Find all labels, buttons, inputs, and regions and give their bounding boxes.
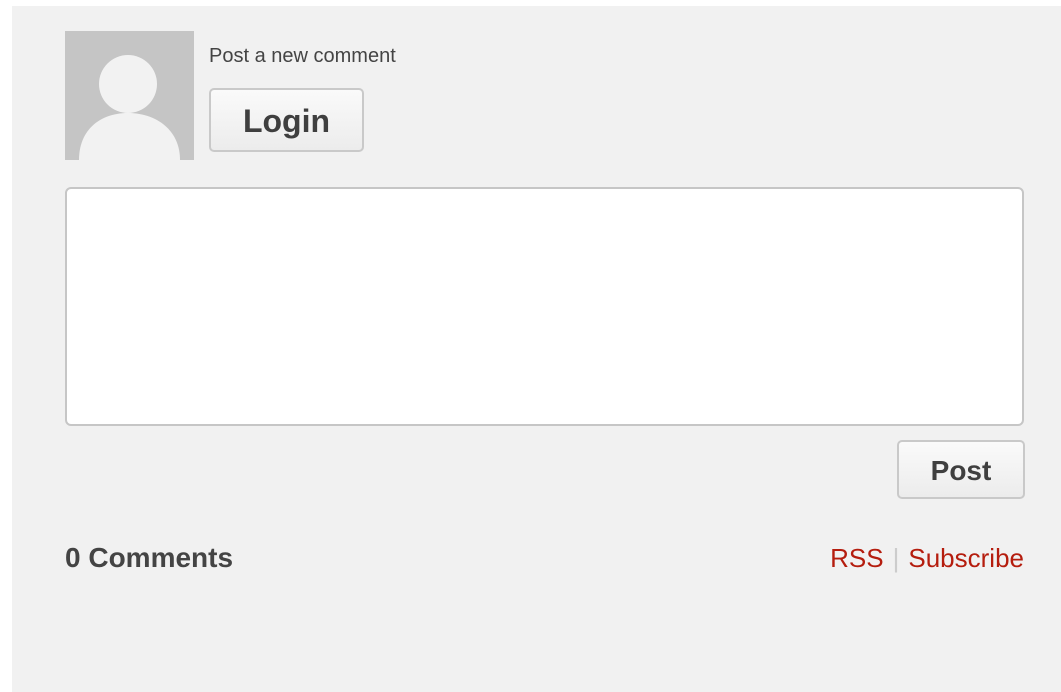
- post-comment-heading: Post a new comment: [209, 45, 396, 67]
- comment-input[interactable]: [65, 187, 1024, 426]
- post-button[interactable]: Post: [897, 440, 1025, 499]
- feed-links: RSS | Subscribe: [830, 542, 1024, 574]
- default-user-silhouette-icon: [65, 31, 194, 160]
- user-avatar-icon: [65, 31, 194, 160]
- login-button[interactable]: Login: [209, 88, 364, 152]
- comments-panel: Post a new comment Login Post 0 Comments…: [12, 6, 1061, 692]
- comments-count: 0 Comments: [65, 542, 234, 573]
- link-separator: |: [892, 543, 900, 573]
- rss-link[interactable]: RSS: [830, 543, 883, 573]
- subscribe-link[interactable]: Subscribe: [908, 543, 1024, 573]
